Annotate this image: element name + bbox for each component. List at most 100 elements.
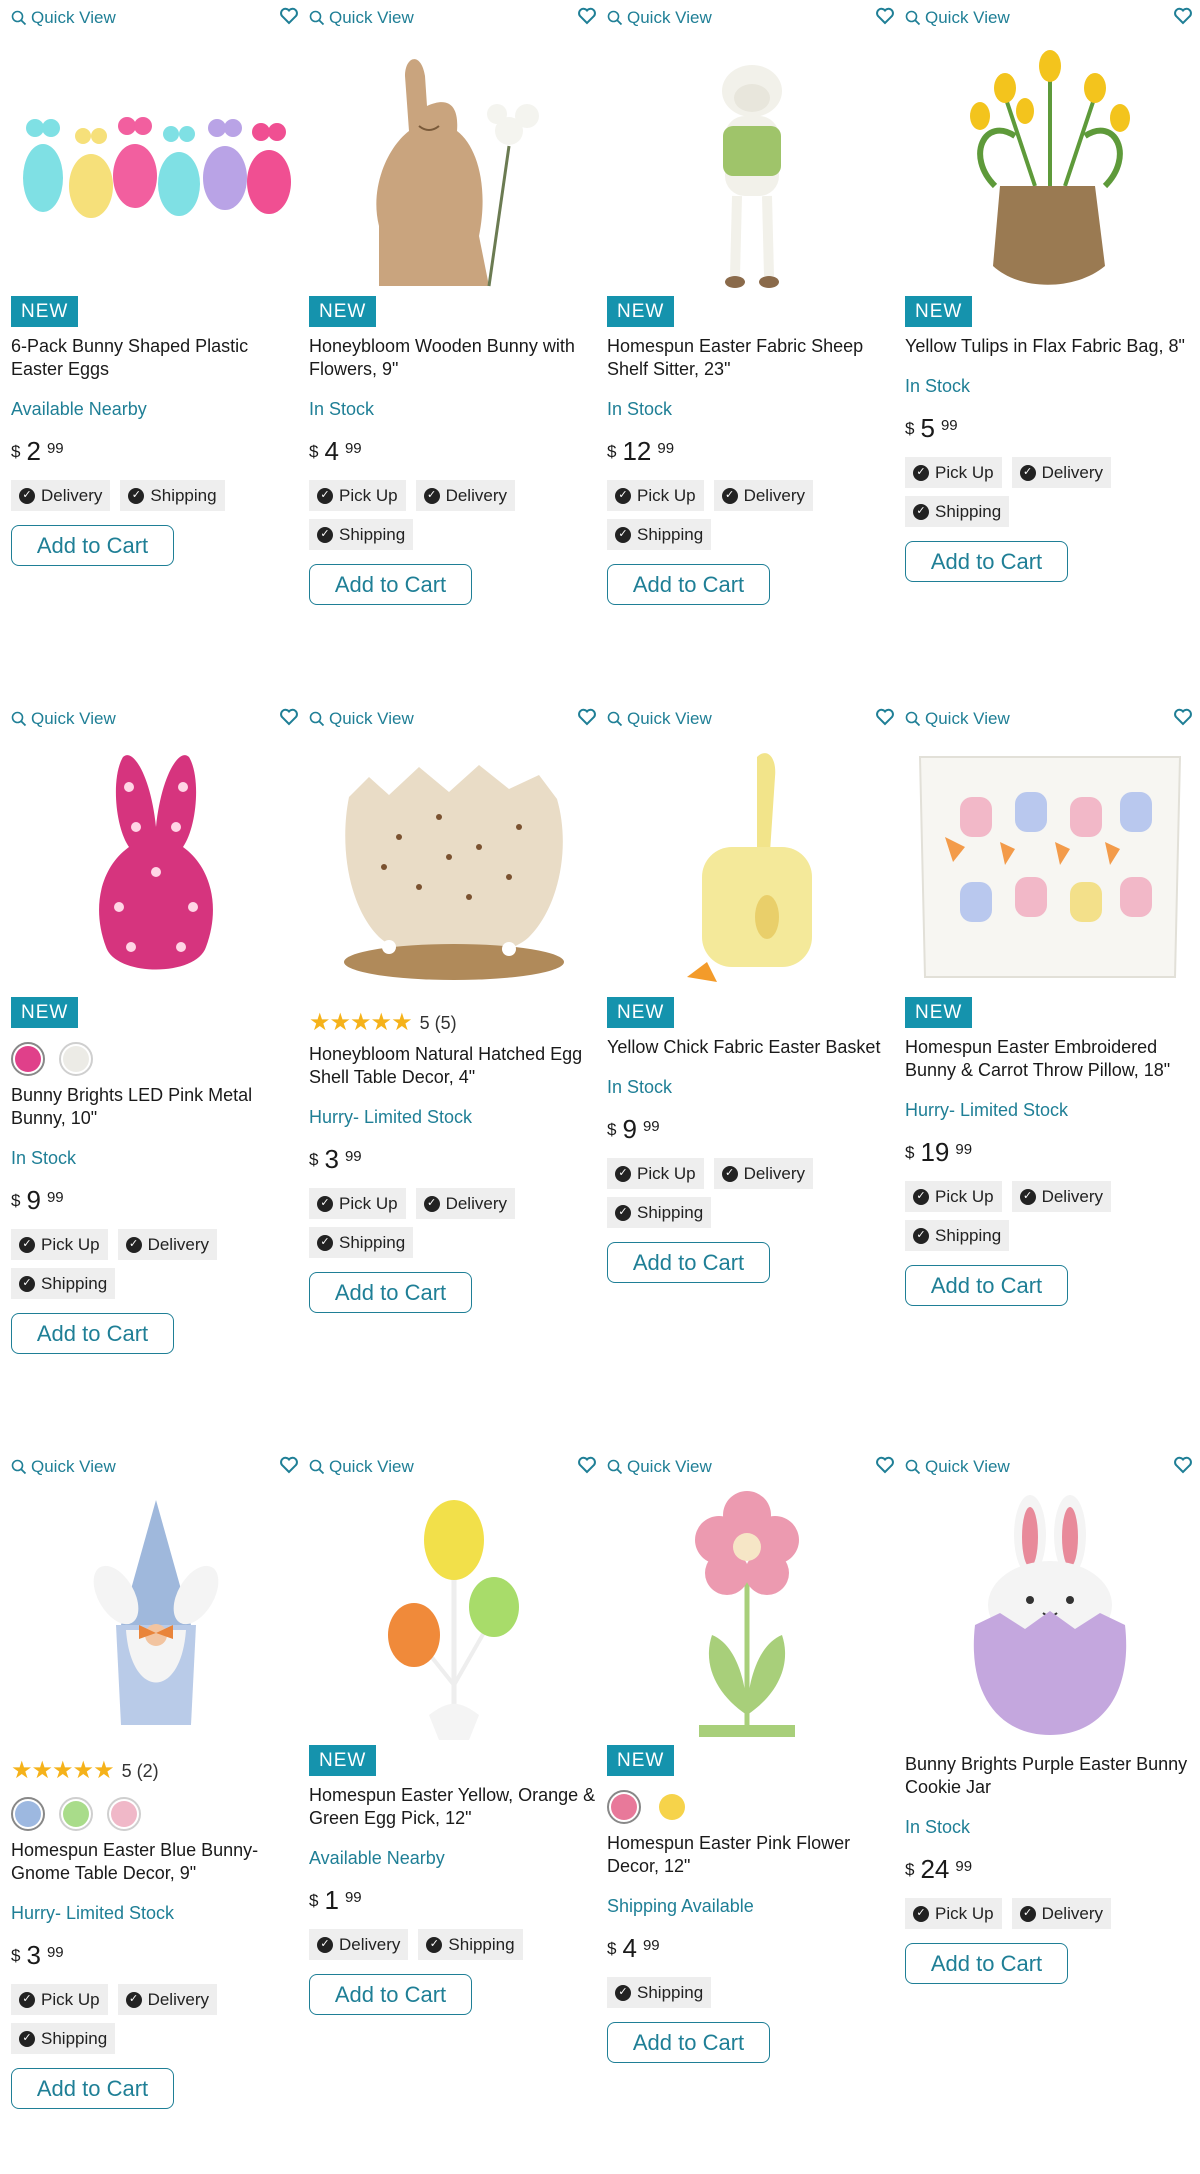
color-swatches	[11, 1797, 301, 1831]
search-icon	[607, 711, 623, 727]
swatch-color	[15, 1801, 41, 1827]
product-image[interactable]	[309, 36, 599, 296]
color-swatch[interactable]	[107, 1797, 141, 1831]
product-title[interactable]: Bunny Brights Purple Easter Bunny Cookie…	[905, 1753, 1195, 1799]
product-title[interactable]: 6-Pack Bunny Shaped Plastic Easter Eggs	[11, 335, 301, 381]
new-badge: NEW	[607, 997, 675, 1028]
product-image[interactable]	[905, 1485, 1195, 1745]
wishlist-heart-icon[interactable]	[875, 1455, 895, 1475]
add-to-cart-button[interactable]: Add to Cart	[905, 1943, 1068, 1984]
search-icon	[607, 10, 623, 26]
quick-view-link[interactable]: Quick View	[905, 1457, 1010, 1477]
product-title[interactable]: Homespun Easter Yellow, Orange & Green E…	[309, 1784, 599, 1830]
color-swatch[interactable]	[607, 1790, 641, 1824]
product-image[interactable]	[11, 737, 301, 997]
color-swatch[interactable]	[59, 1042, 93, 1076]
color-swatch[interactable]	[59, 1797, 93, 1831]
add-to-cart-button[interactable]: Add to Cart	[309, 564, 472, 605]
wishlist-heart-icon[interactable]	[279, 6, 299, 26]
star-rating-icon: ★★★★★	[11, 1757, 115, 1784]
wishlist-heart-icon[interactable]	[577, 1455, 597, 1475]
wishlist-heart-icon[interactable]	[1173, 707, 1193, 727]
fulfillment-options: ✓ Pick Up ✓ Delivery ✓ Shipping	[309, 480, 599, 550]
product-price: $24 99	[905, 1854, 973, 1884]
check-icon: ✓	[913, 1188, 929, 1205]
product-image[interactable]	[11, 1485, 301, 1745]
star-rating-icon: ★★★★★	[309, 1009, 413, 1036]
wishlist-heart-icon[interactable]	[577, 707, 597, 727]
product-title[interactable]: Homespun Easter Embroidered Bunny & Carr…	[905, 1036, 1195, 1082]
check-icon: ✓	[426, 1936, 443, 1953]
product-title[interactable]: Bunny Brights LED Pink Metal Bunny, 10"	[11, 1084, 301, 1130]
fulfillment-chip: ✓ Pick Up	[309, 1188, 406, 1219]
quick-view-link[interactable]: Quick View	[309, 8, 414, 28]
stock-status: In Stock	[309, 399, 375, 419]
add-to-cart-button[interactable]: Add to Cart	[309, 1974, 472, 2015]
add-to-cart-button[interactable]: Add to Cart	[11, 2068, 174, 2109]
product-image[interactable]	[607, 1485, 897, 1745]
color-swatch[interactable]	[655, 1790, 689, 1824]
color-swatch[interactable]	[11, 1797, 45, 1831]
quick-view-link[interactable]: Quick View	[905, 8, 1010, 28]
product-image[interactable]	[607, 737, 897, 997]
check-icon: ✓	[615, 1984, 631, 2001]
add-to-cart-button[interactable]: Add to Cart	[607, 2022, 770, 2063]
product-rating[interactable]: ★★★★★ 5 (2)	[11, 1759, 301, 1783]
product-title[interactable]: Homespun Easter Fabric Sheep Shelf Sitte…	[607, 335, 897, 381]
check-icon: ✓	[19, 2030, 35, 2047]
fulfillment-chip: ✓ Shipping	[309, 519, 414, 550]
product-image[interactable]	[905, 36, 1195, 296]
fulfillment-chip: ✓ Shipping	[120, 480, 225, 511]
product-image[interactable]	[309, 1485, 599, 1745]
product-title[interactable]: Homespun Easter Pink Flower Decor, 12"	[607, 1832, 897, 1878]
quick-view-link[interactable]: Quick View	[11, 709, 116, 729]
quick-view-link[interactable]: Quick View	[607, 709, 712, 729]
product-title[interactable]: Yellow Chick Fabric Easter Basket	[607, 1036, 897, 1059]
add-to-cart-button[interactable]: Add to Cart	[905, 1265, 1068, 1306]
fulfillment-options: ✓ Pick Up ✓ Delivery ✓ Shipping	[607, 1158, 897, 1228]
quick-view-link[interactable]: Quick View	[11, 8, 116, 28]
add-to-cart-button[interactable]: Add to Cart	[11, 525, 174, 566]
wishlist-heart-icon[interactable]	[279, 707, 299, 727]
check-icon: ✓	[615, 487, 631, 504]
product-image[interactable]	[11, 36, 301, 296]
add-to-cart-button[interactable]: Add to Cart	[309, 1272, 472, 1313]
wishlist-heart-icon[interactable]	[875, 707, 895, 727]
quick-view-link[interactable]: Quick View	[905, 709, 1010, 729]
product-title[interactable]: Homespun Easter Blue Bunny-Gnome Table D…	[11, 1839, 301, 1885]
wishlist-heart-icon[interactable]	[875, 6, 895, 26]
product-rating[interactable]: ★★★★★ 5 (5)	[309, 1011, 599, 1035]
product-title[interactable]: Yellow Tulips in Flax Fabric Bag, 8"	[905, 335, 1195, 358]
add-to-cart-button[interactable]: Add to Cart	[607, 564, 770, 605]
product-image[interactable]	[607, 36, 897, 296]
product-image[interactable]	[905, 737, 1195, 997]
add-to-cart-button[interactable]: Add to Cart	[905, 541, 1068, 582]
product-title[interactable]: Honeybloom Natural Hatched Egg Shell Tab…	[309, 1043, 599, 1089]
product-image[interactable]	[309, 737, 599, 997]
wishlist-heart-icon[interactable]	[1173, 1455, 1193, 1475]
color-swatch[interactable]	[11, 1042, 45, 1076]
fulfillment-chip: ✓ Delivery	[1011, 1181, 1111, 1212]
quick-view-link[interactable]: Quick View	[607, 1457, 712, 1477]
new-badge: NEW	[309, 1745, 377, 1776]
stock-status: Hurry- Limited Stock	[11, 1903, 175, 1923]
product-title[interactable]: Honeybloom Wooden Bunny with Flowers, 9"	[309, 335, 599, 381]
wishlist-heart-icon[interactable]	[1173, 6, 1193, 26]
fulfillment-options: ✓ Pick Up ✓ Delivery ✓ Shipping	[309, 1188, 599, 1258]
add-to-cart-button[interactable]: Add to Cart	[607, 1242, 770, 1283]
quick-view-link[interactable]: Quick View	[309, 1457, 414, 1477]
wishlist-heart-icon[interactable]	[279, 1455, 299, 1475]
fulfillment-chip: ✓ Pick Up	[309, 480, 406, 511]
search-icon	[905, 10, 921, 26]
fulfillment-options: ✓ Delivery ✓ Shipping	[309, 1929, 599, 1960]
fulfillment-chip: ✓ Delivery	[1011, 457, 1111, 488]
fulfillment-chip: ✓ Delivery	[117, 1984, 217, 2015]
quick-view-link[interactable]: Quick View	[607, 8, 712, 28]
color-swatches	[11, 1042, 301, 1076]
quick-view-link[interactable]: Quick View	[11, 1457, 116, 1477]
stock-status: Hurry- Limited Stock	[905, 1100, 1069, 1120]
quick-view-link[interactable]: Quick View	[309, 709, 414, 729]
wishlist-heart-icon[interactable]	[577, 6, 597, 26]
fulfillment-chip: ✓ Shipping	[607, 519, 712, 550]
add-to-cart-button[interactable]: Add to Cart	[11, 1313, 174, 1354]
